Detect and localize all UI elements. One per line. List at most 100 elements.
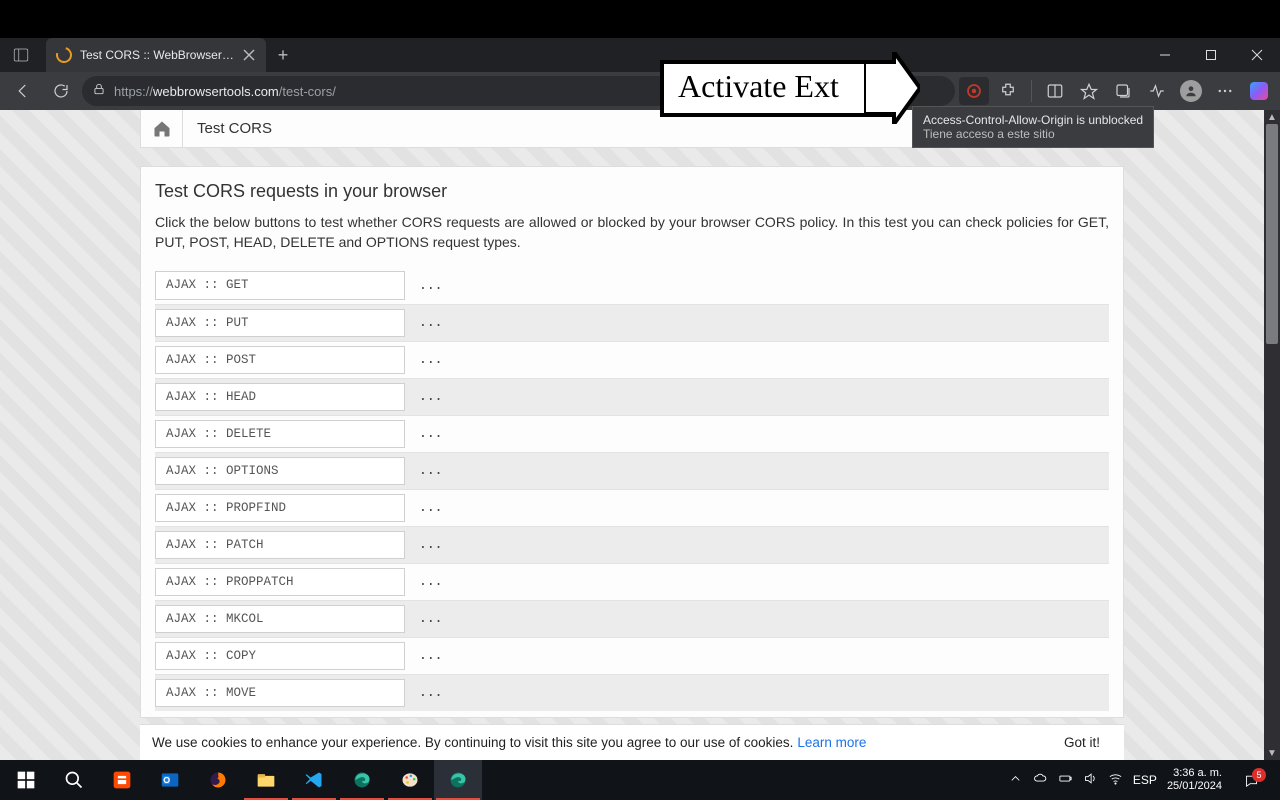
method-row: AJAX :: POST... <box>155 341 1109 378</box>
home-icon <box>152 119 172 139</box>
browser-tab[interactable]: Test CORS :: WebBrowserTools <box>46 38 266 72</box>
tray-battery-icon[interactable] <box>1058 771 1073 789</box>
tray-overflow-button[interactable] <box>1008 771 1023 789</box>
ajax-result-cell: ... <box>405 564 1109 600</box>
system-tray: ESP 3:36 a. m. 25/01/2024 5 <box>1000 767 1278 792</box>
ajax-method-button[interactable]: AJAX :: POST <box>155 346 405 374</box>
window-maximize-button[interactable] <box>1188 38 1234 72</box>
method-row: AJAX :: GET... <box>155 267 1109 304</box>
search-button[interactable] <box>50 760 98 800</box>
collections-button[interactable] <box>1108 77 1138 105</box>
taskbar-app-firefox[interactable] <box>194 760 242 800</box>
taskbar-app-outlook[interactable] <box>146 760 194 800</box>
page-viewport: Test CORS Test CORS requests in your bro… <box>0 110 1280 760</box>
performance-icon[interactable] <box>1142 77 1172 105</box>
taskbar-app-edge[interactable] <box>338 760 386 800</box>
tab-favicon-icon <box>53 44 75 66</box>
taskbar-app-explorer[interactable] <box>242 760 290 800</box>
ajax-result-cell: ... <box>405 638 1109 674</box>
ajax-result-cell: ... <box>405 305 1109 341</box>
tray-volume-icon[interactable] <box>1083 771 1098 789</box>
tray-clock[interactable]: 3:36 a. m. 25/01/2024 <box>1167 767 1222 792</box>
cookie-learn-more-link[interactable]: Learn more <box>797 735 866 750</box>
refresh-button[interactable] <box>44 76 78 106</box>
copilot-button[interactable] <box>1244 77 1274 105</box>
profile-button[interactable] <box>1176 77 1206 105</box>
new-tab-button[interactable]: + <box>266 38 300 72</box>
ajax-method-button[interactable]: AJAX :: HEAD <box>155 383 405 411</box>
page-heading: Test CORS requests in your browser <box>155 181 1109 202</box>
ajax-method-button[interactable]: AJAX :: MOVE <box>155 679 405 707</box>
tooltip-line1: Access-Control-Allow-Origin is unblocked <box>923 113 1143 127</box>
ajax-result-cell: ... <box>405 675 1109 711</box>
window-minimize-button[interactable] <box>1142 38 1188 72</box>
browser-titlebar: Test CORS :: WebBrowserTools + <box>0 38 1280 72</box>
scroll-thumb[interactable] <box>1266 124 1278 344</box>
breadcrumb-title: Test CORS <box>183 120 286 137</box>
ajax-result-cell: ... <box>405 416 1109 452</box>
site-info-lock-icon[interactable] <box>92 82 106 101</box>
ajax-method-button[interactable]: AJAX :: PATCH <box>155 531 405 559</box>
cookie-text: We use cookies to enhance your experienc… <box>152 735 793 750</box>
ajax-result-cell: ... <box>405 601 1109 637</box>
taskbar-app-vscode[interactable] <box>290 760 338 800</box>
ajax-method-button[interactable]: AJAX :: PUT <box>155 309 405 337</box>
back-button[interactable] <box>6 76 40 106</box>
ajax-result-cell: ... <box>405 527 1109 563</box>
tab-close-button[interactable] <box>242 48 256 62</box>
annotation-arrow: Activate Ext <box>660 60 900 117</box>
ajax-result-cell: ... <box>405 453 1109 489</box>
main-card: Test CORS requests in your browser Click… <box>140 166 1124 718</box>
split-screen-icon[interactable] <box>1040 77 1070 105</box>
method-row: AJAX :: MOVE... <box>155 674 1109 711</box>
cors-extension-icon[interactable] <box>959 77 989 105</box>
ajax-result-cell: ... <box>405 490 1109 526</box>
menu-button[interactable] <box>1210 77 1240 105</box>
scroll-down-button[interactable]: ▼ <box>1264 746 1280 760</box>
tray-wifi-icon[interactable] <box>1108 771 1123 789</box>
method-row: AJAX :: HEAD... <box>155 378 1109 415</box>
method-row: AJAX :: OPTIONS... <box>155 452 1109 489</box>
notification-badge: 5 <box>1252 768 1266 782</box>
extensions-button[interactable] <box>993 77 1023 105</box>
ajax-method-button[interactable]: AJAX :: PROPPATCH <box>155 568 405 596</box>
page-content: Test CORS Test CORS requests in your bro… <box>140 110 1124 760</box>
tab-actions-button[interactable] <box>0 38 42 72</box>
method-row: AJAX :: PROPPATCH... <box>155 563 1109 600</box>
tab-title: Test CORS :: WebBrowserTools <box>80 48 234 62</box>
tooltip-line2: Tiene acceso a este sitio <box>923 127 1143 141</box>
cookie-banner: We use cookies to enhance your experienc… <box>140 724 1124 760</box>
ajax-method-button[interactable]: AJAX :: DELETE <box>155 420 405 448</box>
tray-language[interactable]: ESP <box>1133 773 1157 787</box>
tray-notifications-button[interactable]: 5 <box>1232 773 1270 788</box>
taskbar-app-edge-active[interactable] <box>434 760 482 800</box>
windows-taskbar: ESP 3:36 a. m. 25/01/2024 5 <box>0 760 1280 800</box>
method-row: AJAX :: MKCOL... <box>155 600 1109 637</box>
ajax-method-button[interactable]: AJAX :: COPY <box>155 642 405 670</box>
vertical-scrollbar[interactable]: ▲ ▼ <box>1264 110 1280 760</box>
extension-tooltip: Access-Control-Allow-Origin is unblocked… <box>912 106 1154 148</box>
tray-onedrive-icon[interactable] <box>1033 771 1048 789</box>
method-row: AJAX :: DELETE... <box>155 415 1109 452</box>
cookie-accept-button[interactable]: Got it! <box>1064 735 1100 750</box>
home-link[interactable] <box>141 110 183 147</box>
ajax-result-cell: ... <box>405 342 1109 378</box>
taskbar-app-paint[interactable] <box>386 760 434 800</box>
browser-toolbar: https://webbrowsertools.com/test-cors/ <box>0 72 1280 110</box>
method-row: AJAX :: PUT... <box>155 304 1109 341</box>
method-row: AJAX :: PATCH... <box>155 526 1109 563</box>
method-row: AJAX :: COPY... <box>155 637 1109 674</box>
window-close-button[interactable] <box>1234 38 1280 72</box>
ajax-result-cell: ... <box>405 379 1109 415</box>
taskbar-app-store[interactable] <box>98 760 146 800</box>
toolbar-divider <box>1031 80 1032 102</box>
start-button[interactable] <box>2 760 50 800</box>
ajax-method-button[interactable]: AJAX :: MKCOL <box>155 605 405 633</box>
ajax-result-cell: ... <box>405 267 1109 304</box>
window-top-margin <box>0 0 1280 38</box>
ajax-method-button[interactable]: AJAX :: OPTIONS <box>155 457 405 485</box>
ajax-method-button[interactable]: AJAX :: GET <box>155 271 405 300</box>
scroll-up-button[interactable]: ▲ <box>1264 110 1280 124</box>
ajax-method-button[interactable]: AJAX :: PROPFIND <box>155 494 405 522</box>
favorites-button[interactable] <box>1074 77 1104 105</box>
